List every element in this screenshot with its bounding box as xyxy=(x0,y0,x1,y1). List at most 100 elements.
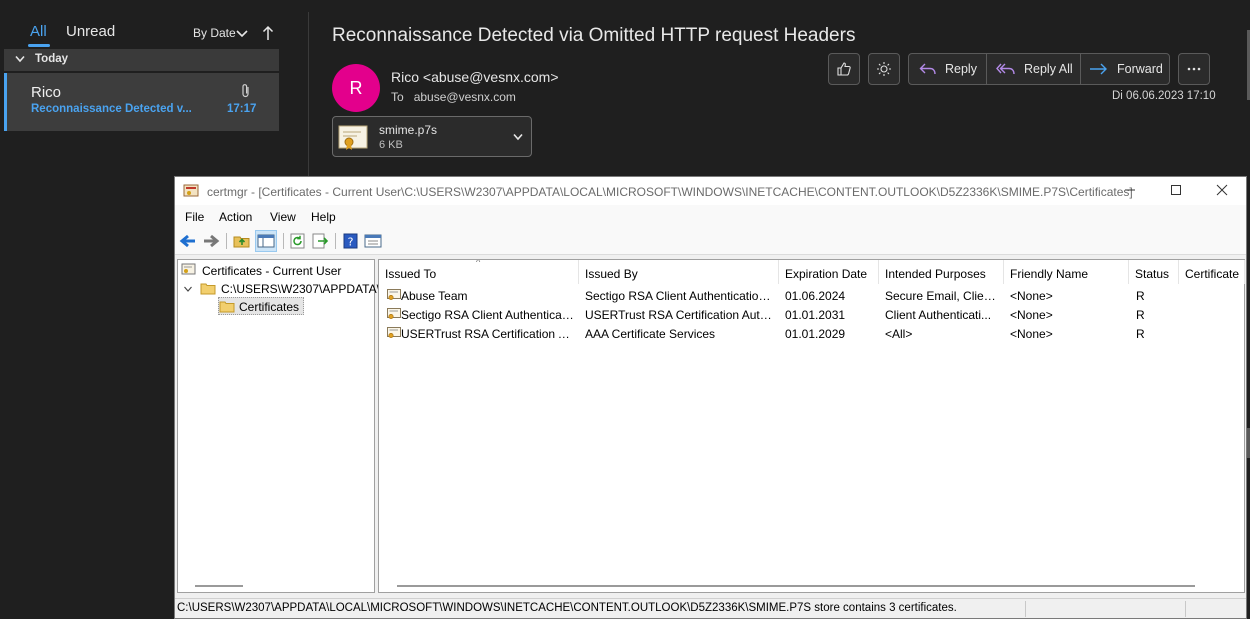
reply-button[interactable]: Reply xyxy=(919,54,977,84)
certificate-icon xyxy=(387,308,401,320)
column-label: Issued By xyxy=(585,267,638,281)
certificate-row[interactable]: USERTrust RSA Certification Aut... AAA C… xyxy=(379,324,1246,343)
tree-certificates-label[interactable]: Certificates xyxy=(239,300,299,314)
column-header-issued-to[interactable]: ^ Issued To xyxy=(379,260,579,284)
cell-issued-to: USERTrust RSA Certification Aut... xyxy=(401,327,576,341)
horizontal-scrollbar[interactable] xyxy=(397,585,1195,587)
message-sender: Rico xyxy=(31,84,62,101)
menu-action[interactable]: Action xyxy=(219,210,252,224)
minimize-icon[interactable] xyxy=(1123,183,1137,197)
column-label: Certificate xyxy=(1185,267,1240,281)
reply-all-button[interactable]: Reply All xyxy=(996,54,1073,84)
cell-issued-by: USERTrust RSA Certification Autho... xyxy=(585,308,775,322)
reply-arrow-icon xyxy=(919,63,936,75)
cell-purposes: Client Authenticati... xyxy=(885,308,992,322)
filter-unread-tab[interactable]: Unread xyxy=(66,23,115,40)
avatar[interactable]: R xyxy=(332,64,380,112)
chevron-down-icon[interactable] xyxy=(513,133,523,141)
column-label: Status xyxy=(1135,267,1170,281)
up-folder-icon[interactable] xyxy=(233,233,251,249)
horizontal-scrollbar[interactable] xyxy=(195,585,243,587)
column-header-status[interactable]: Status xyxy=(1129,260,1179,284)
to-label: To xyxy=(391,90,404,104)
group-header-today[interactable]: Today xyxy=(4,49,279,71)
message-subject-preview: Reconnaissance Detected v... xyxy=(31,103,191,115)
cell-issued-by: AAA Certificate Services xyxy=(585,327,716,341)
reply-label: Reply xyxy=(945,62,977,76)
group-label: Today xyxy=(35,53,69,65)
certmgr-window: certmgr - [Certificates - Current User\C… xyxy=(174,176,1247,619)
column-label: Intended Purposes xyxy=(885,267,986,281)
tree-root-label[interactable]: Certificates - Current User xyxy=(202,264,341,278)
menu-view[interactable]: View xyxy=(270,210,296,224)
menu-file[interactable]: File xyxy=(185,210,204,224)
like-button[interactable] xyxy=(828,53,860,85)
maximize-icon[interactable] xyxy=(1169,183,1183,197)
filter-bar: All Unread By Date xyxy=(0,0,284,48)
reply-actions-group: Reply Reply All Forward xyxy=(908,53,1170,85)
separator xyxy=(283,233,284,249)
chevron-down-icon[interactable] xyxy=(236,29,248,39)
close-icon[interactable] xyxy=(1215,183,1229,197)
console-tree-icon xyxy=(257,234,275,248)
column-label: Issued To xyxy=(385,267,437,281)
more-actions-button[interactable] xyxy=(1178,53,1210,85)
menu-help[interactable]: Help xyxy=(311,210,336,224)
column-header-issued-by[interactable]: Issued By xyxy=(579,260,779,284)
window-titlebar[interactable]: certmgr - [Certificates - Current User\C… xyxy=(175,177,1246,205)
reply-all-label: Reply All xyxy=(1024,62,1073,76)
message-list-item[interactable]: Rico Reconnaissance Detected v... 17:17 xyxy=(4,73,279,131)
sort-direction-arrow-icon[interactable] xyxy=(262,25,274,41)
certmgr-app-icon xyxy=(183,184,199,197)
sender-address[interactable]: Rico <abuse@vesnx.com> xyxy=(391,69,559,85)
column-header-intended-purposes[interactable]: Intended Purposes xyxy=(879,260,1004,284)
forward-button[interactable]: Forward xyxy=(1089,54,1163,84)
sun-icon xyxy=(877,62,891,76)
column-header-expiration-date[interactable]: Expiration Date xyxy=(779,260,879,284)
cell-friendly-name: <None> xyxy=(1010,327,1053,341)
separator xyxy=(1080,54,1081,84)
recipient-address[interactable]: abuse@vesnx.com xyxy=(414,90,516,104)
column-header-friendly-name[interactable]: Friendly Name xyxy=(1004,260,1129,284)
chevron-down-icon[interactable] xyxy=(183,284,193,294)
message-subject: Reconnaissance Detected via Omitted HTTP… xyxy=(332,25,856,46)
certificate-list: ^ Issued To Issued By Expiration Date In… xyxy=(378,259,1245,593)
export-list-icon[interactable] xyxy=(311,233,329,249)
cell-expiration: 01.01.2029 xyxy=(785,327,846,341)
paperclip-icon xyxy=(242,84,249,98)
status-separator xyxy=(1185,601,1186,617)
sort-by-button[interactable]: By Date xyxy=(193,26,236,40)
cell-expiration: 01.06.2024 xyxy=(785,289,846,303)
certificate-row[interactable]: Abuse Team Sectigo RSA Client Authentica… xyxy=(379,286,1246,305)
screen: All Unread By Date Today Rico Reconnaiss… xyxy=(0,0,1250,619)
column-header-certificate[interactable]: Certificate xyxy=(1179,260,1245,284)
window-title: certmgr - [Certificates - Current User\C… xyxy=(207,185,1133,199)
refresh-icon[interactable] xyxy=(289,233,307,249)
filter-all-tab[interactable]: All xyxy=(30,23,47,40)
chevron-down-icon[interactable] xyxy=(15,55,25,63)
tree-store-label[interactable]: C:\USERS\W2307\APPDATA\L xyxy=(221,282,387,296)
cell-friendly-name: <None> xyxy=(1010,308,1053,322)
cell-purposes: <All> xyxy=(885,327,913,341)
cell-expiration: 01.01.2031 xyxy=(785,308,846,322)
certificates-snapin-icon xyxy=(181,263,196,275)
separator xyxy=(226,233,227,249)
attachment-name: smime.p7s xyxy=(379,123,438,137)
message-date: Di 06.06.2023 17:10 xyxy=(1112,90,1216,102)
forward-arrow-icon[interactable] xyxy=(202,233,220,249)
certificate-file-icon xyxy=(338,125,368,150)
help-icon[interactable]: ? xyxy=(342,233,360,249)
theme-toggle-button[interactable] xyxy=(868,53,900,85)
attachment-size: 6 KB xyxy=(379,139,403,151)
certificate-row[interactable]: Sectigo RSA Client Authenticati... USERT… xyxy=(379,305,1246,324)
back-arrow-icon[interactable] xyxy=(179,233,197,249)
attachment-card[interactable]: smime.p7s 6 KB xyxy=(332,116,532,157)
cell-purposes: Secure Email, Client... xyxy=(885,289,1001,303)
status-separator xyxy=(1025,601,1026,617)
folder-icon xyxy=(200,283,216,295)
folder-icon xyxy=(219,301,235,313)
svg-text:?: ? xyxy=(348,236,354,249)
status-text: C:\USERS\W2307\APPDATA\LOCAL\MICROSOFT\W… xyxy=(177,602,957,614)
toolbar: ? xyxy=(175,227,1246,255)
properties-icon[interactable] xyxy=(364,233,382,249)
